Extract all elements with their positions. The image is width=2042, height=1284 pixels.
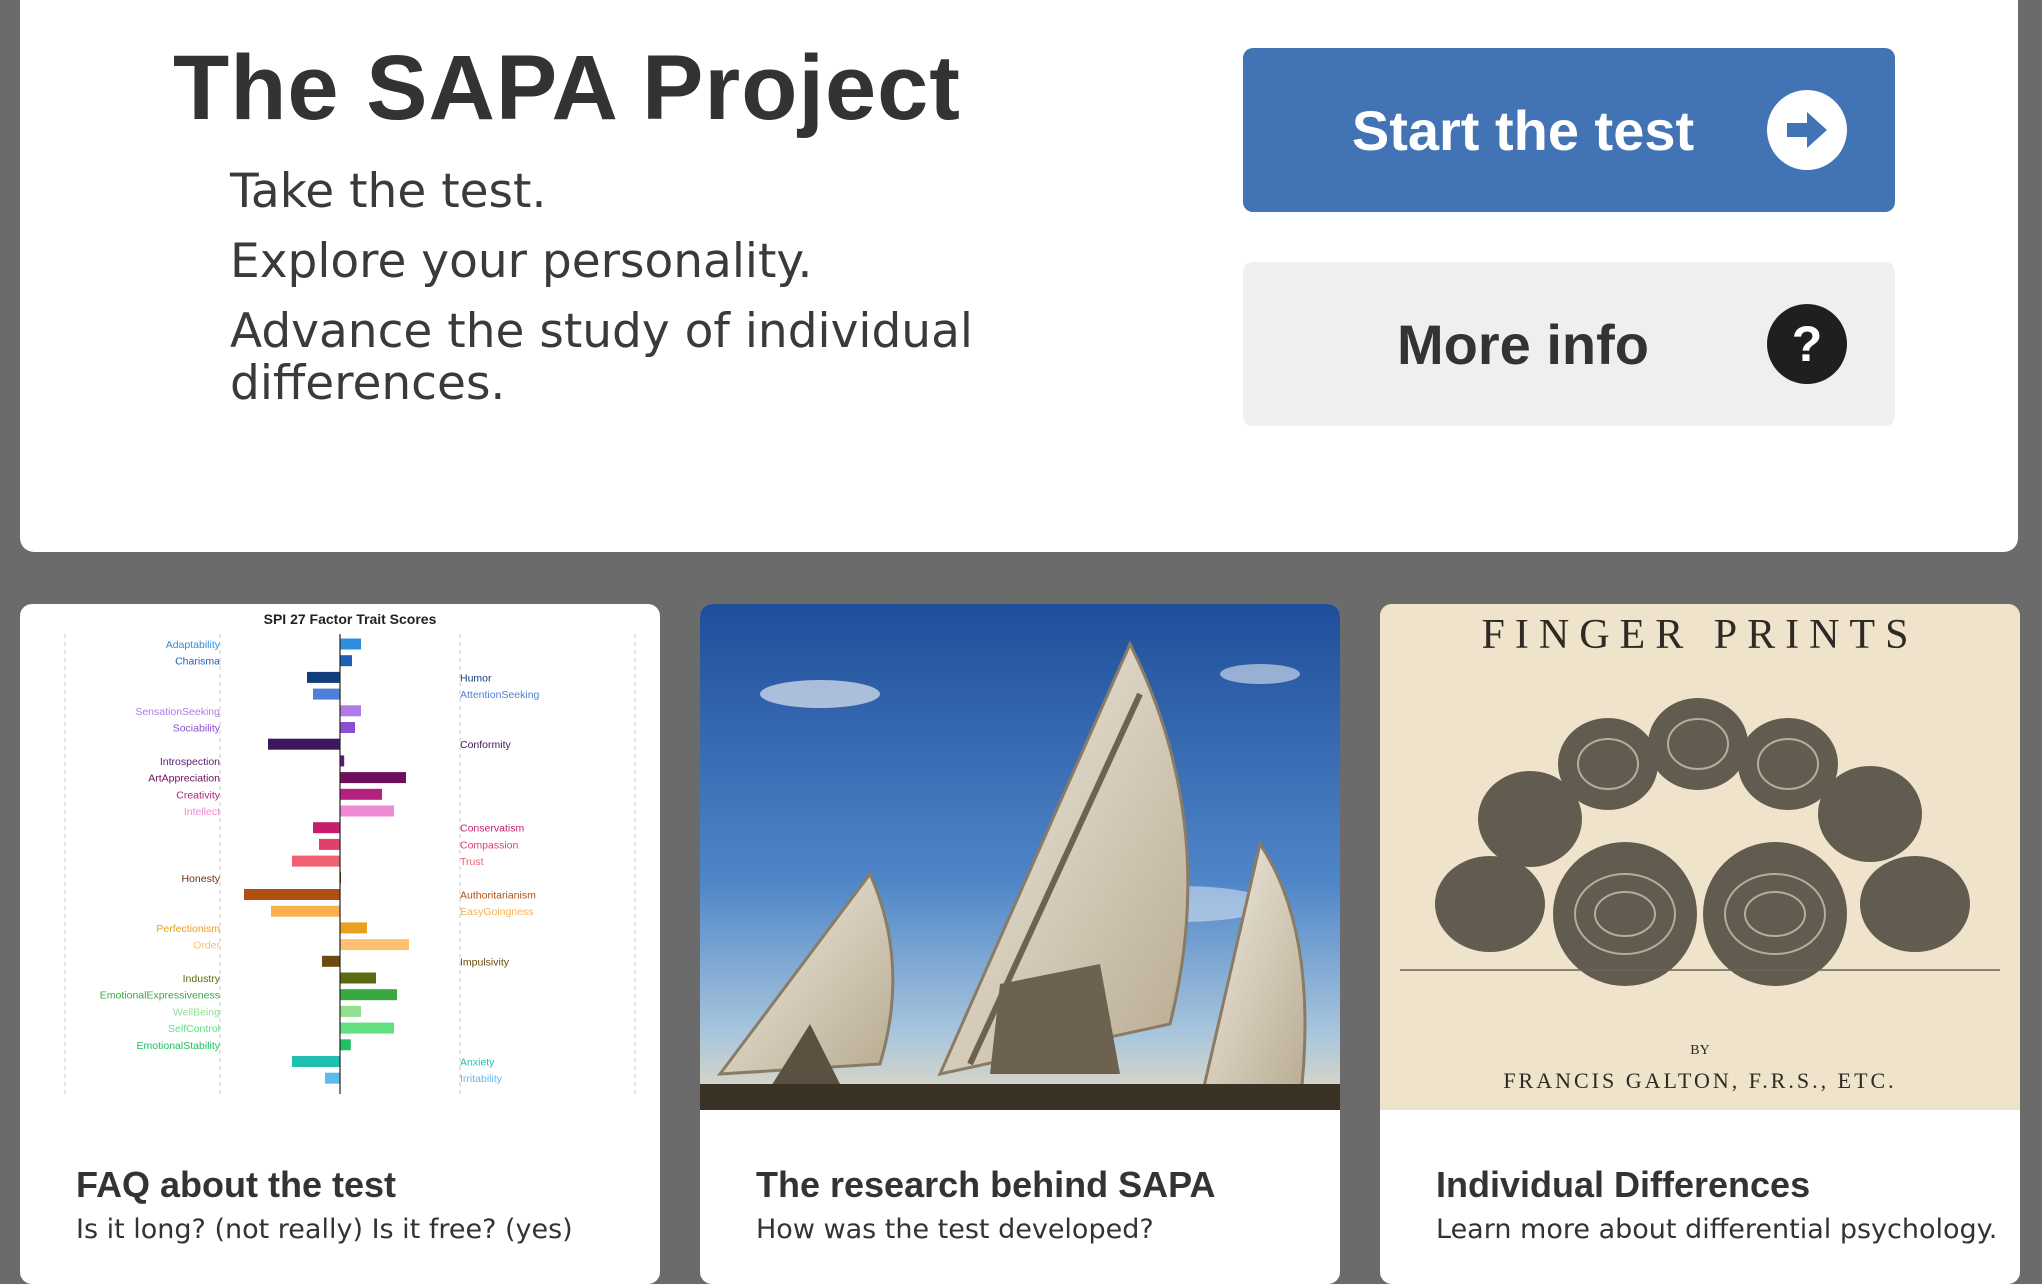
svg-text:?: ?	[1792, 316, 1823, 372]
chart-bar-irritability	[325, 1072, 340, 1084]
chart-bar-introspection	[340, 755, 345, 767]
chart-label-conservatism: Conservatism	[460, 823, 524, 835]
plate-title: FINGER PRINTS	[1482, 612, 1919, 658]
plate-by: BY	[1690, 1043, 1709, 1058]
chart-label-emotionalstability: EmotionalStability	[137, 1040, 221, 1052]
chart-label-trust: Trust	[460, 856, 484, 868]
chart-label-artappreciation: ArtAppreciation	[148, 773, 220, 785]
spi-chart-image: SPI 27 Factor Trait Scores Adaptability C…	[20, 604, 660, 1110]
chart-bar-trust	[292, 855, 340, 867]
radio-telescope-dishes-photo	[700, 604, 1340, 1110]
chart-label-irritability: Irritability	[460, 1073, 503, 1085]
chart-label-charisma: Charisma	[175, 656, 220, 668]
chart-bar-intellect	[340, 805, 394, 817]
chart-bar-order	[340, 939, 409, 951]
chart-label-perfectionism: Perfectionism	[156, 923, 220, 935]
chart-bar-industry	[340, 972, 376, 984]
tagline-explore: Explore your personality.	[230, 234, 813, 289]
chart-label-honesty: Honesty	[181, 873, 220, 885]
chart-label-order: Order	[193, 940, 220, 952]
chart-bar-conservatism	[313, 822, 340, 834]
chart-label-easygoingness: EasyGoingness	[460, 906, 534, 918]
question-circle-icon: ?	[1767, 304, 1847, 384]
chart-bar-sociability	[340, 722, 355, 733]
chart-bar-humor	[307, 671, 340, 683]
individual-differences-card-title: Individual Differences	[1436, 1164, 1811, 1205]
hero-panel: The SAPA Project Take the test. Explore …	[20, 0, 2018, 552]
radio-telescope-image	[700, 604, 1340, 1110]
chart-label-conformity: Conformity	[460, 739, 512, 751]
chart-label-wellbeing: WellBeing	[173, 1006, 220, 1018]
chart-label-adaptability: Adaptability	[166, 639, 221, 651]
chart-bar-adaptability	[340, 638, 361, 650]
individual-differences-card[interactable]: FINGER PRINTS BY FRANCIS GALTON, F.R.S.,…	[1380, 604, 2020, 1284]
faq-card-subtitle: Is it long? (not really) Is it free? (ye…	[76, 1214, 573, 1245]
chart-bar-selfcontrol	[340, 1022, 394, 1034]
chart-bar-authoritarianism	[244, 889, 340, 900]
chart-bar-conformity	[268, 738, 340, 750]
chart-label-intellect: Intellect	[184, 806, 220, 818]
plate-author: FRANCIS GALTON, F.R.S., ETC.	[1503, 1068, 1896, 1093]
tagline-take-test: Take the test.	[230, 164, 547, 219]
tagline-advance: Advance the study of individual differen…	[230, 304, 973, 411]
chart-bar-creativity	[340, 788, 382, 800]
chart-bar-wellbeing	[340, 1005, 361, 1017]
start-test-label: Start the test	[1351, 98, 1695, 162]
chart-bar-easygoingness	[271, 905, 340, 917]
chart-label-industry: Industry	[183, 973, 221, 985]
chart-label-sociability: Sociability	[173, 723, 221, 735]
research-card[interactable]: The research behind SAPA How was the tes…	[700, 604, 1340, 1284]
chart-label-compassion: Compassion	[460, 839, 519, 851]
page-title: The SAPA Project	[173, 37, 961, 139]
individual-differences-card-subtitle: Learn more about differential psychology…	[1436, 1214, 1998, 1245]
research-card-subtitle: How was the test developed?	[756, 1214, 1154, 1245]
chart-bar-compassion	[319, 838, 340, 850]
chart-bar-artappreciation	[340, 772, 406, 784]
chart-bar-emotionalstability	[340, 1039, 351, 1051]
chart-title: SPI 27 Factor Trait Scores	[264, 611, 437, 627]
start-test-button[interactable]: Start the test	[1243, 48, 1895, 212]
chart-bar-attentionseeking	[313, 688, 340, 700]
more-info-button[interactable]: More info ?	[1243, 262, 1895, 426]
finger-prints-book-plate: FINGER PRINTS BY FRANCIS GALTON, F.R.S.,…	[1380, 604, 2020, 1110]
arrow-right-circle-icon	[1767, 90, 1847, 170]
spi-27-factor-chart: SPI 27 Factor Trait Scores Adaptability C…	[64, 611, 636, 1094]
faq-card[interactable]: SPI 27 Factor Trait Scores Adaptability C…	[20, 604, 660, 1284]
more-info-label: More info	[1397, 312, 1649, 376]
chart-label-anxiety: Anxiety	[460, 1057, 495, 1069]
finger-prints-image: FINGER PRINTS BY FRANCIS GALTON, F.R.S.,…	[1380, 604, 2020, 1110]
chart-label-attentionseeking: AttentionSeeking	[460, 689, 540, 701]
chart-label-sensationseeking: SensationSeeking	[135, 706, 220, 718]
chart-label-creativity: Creativity	[176, 789, 221, 801]
chart-label-impulsivity: Impulsivity	[460, 956, 510, 968]
chart-bar-anxiety	[292, 1056, 340, 1067]
faq-card-title: FAQ about the test	[76, 1164, 397, 1205]
chart-bar-emotionalexpressiveness	[340, 989, 397, 1001]
chart-label-authoritarianism: Authoritarianism	[460, 890, 536, 902]
chart-label-introspection: Introspection	[160, 756, 220, 768]
chart-label-emotionalexpressiveness: EmotionalExpressiveness	[100, 990, 220, 1002]
chart-bar-impulsivity	[322, 955, 340, 967]
research-card-title: The research behind SAPA	[756, 1164, 1216, 1205]
chart-label-humor: Humor	[460, 672, 492, 684]
chart-bar-perfectionism	[340, 922, 367, 934]
chart-bar-charisma	[340, 655, 352, 667]
chart-bar-sensationseeking	[340, 705, 361, 717]
chart-label-selfcontrol: SelfControl	[168, 1023, 220, 1035]
